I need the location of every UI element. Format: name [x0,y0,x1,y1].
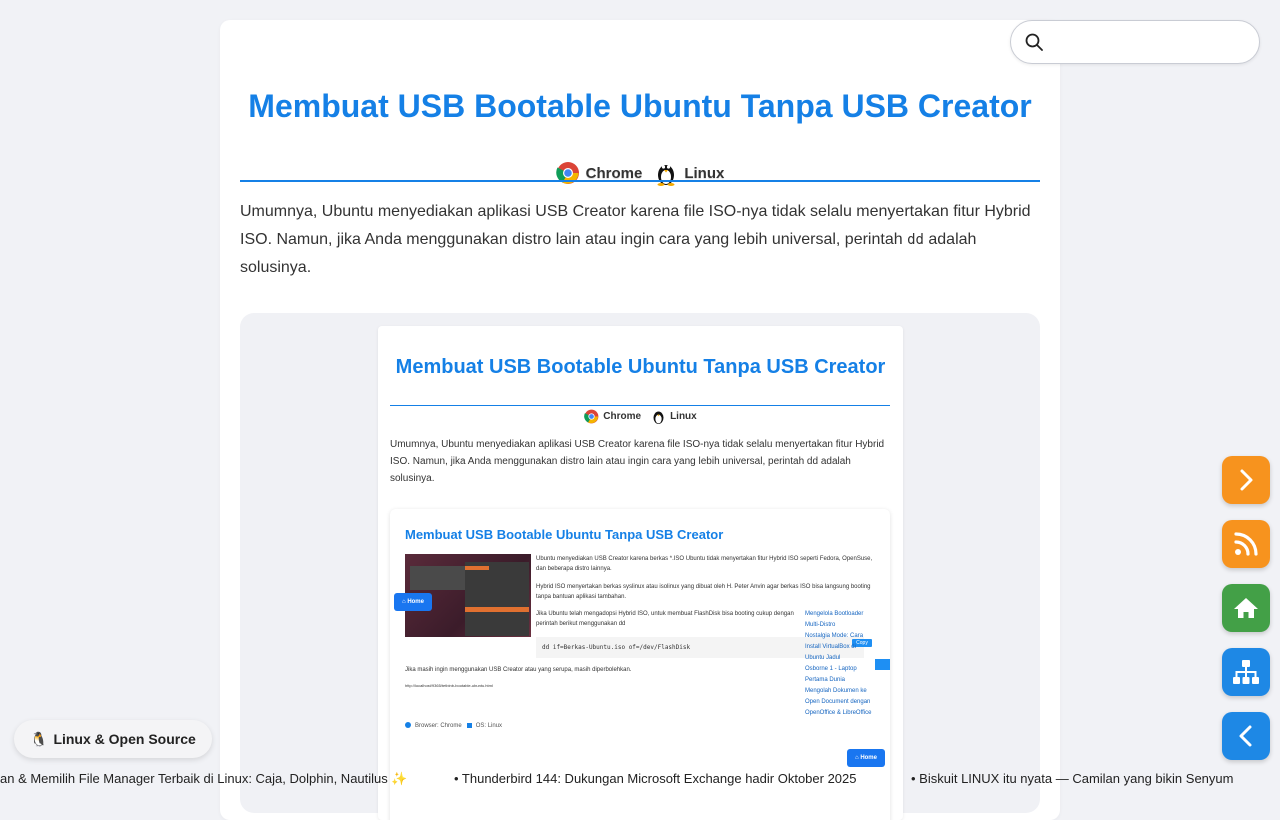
back-button[interactable] [1222,712,1270,760]
sidebar-link: Mengelola Bootloader [805,611,864,617]
screenshot-divider [390,405,890,406]
screenshot-tags: Chrome Linux [378,408,903,425]
os-square-icon [466,722,472,728]
nested-footer: Browser: Chrome OS: Linux [405,721,605,731]
search-input[interactable] [1055,27,1249,57]
page-title: Membuat USB Bootable Ubuntu Tanpa USB Cr… [248,88,1032,124]
sidebar-link: Multi-Distro [805,622,836,628]
ticker-item[interactable]: • Biskuit LINUX itu nyata — Camilan yang… [911,771,1233,786]
tux-icon [653,411,664,424]
search-box[interactable] [1010,20,1260,64]
screenshot-home-button: ⌂ Home [394,593,432,611]
intro-paragraph: Umumnya, Ubuntu menyediakan aplikasi USB… [240,198,1040,282]
chevron-left-icon [1239,725,1252,747]
next-button[interactable] [1222,456,1270,504]
sidebar-link: Pertama Dunia [805,677,846,683]
news-ticker: an & Memilih File Manager Terbaik di Lin… [0,770,1280,790]
footer-browser: Browser: Chrome [415,723,462,729]
nested-home-button: ⌂ Home [847,749,885,767]
sitemap-icon [1233,660,1259,684]
tag-label: Linux [684,164,725,182]
title-divider [240,180,1040,182]
home-icon [1234,598,1258,618]
inline-code: dd [907,232,924,248]
screenshot-intro: Umumnya, Ubuntu menyediakan aplikasi USB… [390,439,885,484]
home-label: Home [860,755,877,761]
search-icon [1025,33,1043,51]
sitemap-button[interactable] [1222,648,1270,696]
rss-icon [1234,532,1258,556]
browser-dot-icon [405,722,411,729]
article-card: Membuat USB Bootable Ubuntu Tanpa USB Cr… [220,20,1060,820]
sidebar-link: Nostalgia Mode: Cara [805,633,864,639]
nested-p2: Hybrid ISO menyertakan berkas syslinux a… [536,584,871,600]
home-button[interactable] [1222,584,1270,632]
screenshot-tag-label: Chrome [603,411,642,422]
nested-url: http://localhost/9365/tetbinb-bootable-u… [405,683,493,688]
screenshot-tag-chrome: Chrome [584,408,641,425]
screenshot-tag-linux: Linux [651,408,697,425]
sidebar-link: Open Document dengan [805,699,871,705]
screenshot-tag-label: Linux [670,411,697,422]
chevron-right-icon [1240,469,1253,491]
screenshot-title: Membuat USB Bootable Ubuntu Tanpa USB Cr… [395,356,886,378]
rss-button[interactable] [1222,520,1270,568]
nested-title: Membuat USB Bootable Ubuntu Tanpa USB Cr… [405,527,724,542]
tag-label: Chrome [585,164,643,182]
thumb-panel [410,566,465,590]
home-label: Home [407,599,424,605]
footer-os: OS: Linux [475,723,503,729]
sidebar-link: Ubuntu Jadul [805,655,841,661]
penguin-icon: 🐧 [30,730,48,747]
sidebar-link: Install VirtualBox di [805,644,856,650]
tux-icon [657,165,675,186]
thumb-highlight [465,566,489,570]
thumb-highlight [465,607,529,612]
nested-sidebar: Mengelola Bootloader Multi-Distro Nostal… [805,609,885,719]
embedded-screenshot: Membuat USB Bootable Ubuntu Tanpa USB Cr… [378,326,903,820]
category-badge[interactable]: 🐧 Linux & Open Source [14,720,212,758]
ticker-item[interactable]: • Thunderbird 144: Dukungan Microsoft Ex… [454,771,857,786]
nested-p3: Jika Ubuntu telah mengadopsi Hybrid ISO,… [536,611,794,627]
badge-label: Linux & Open Source [53,731,196,747]
thumb-menu [465,562,529,636]
sidebar-link: Mengolah Dokumen ke [805,688,867,694]
chrome-icon [584,409,599,424]
tag-row: Chrome Linux [220,160,1060,186]
sidebar-link: Osborne 1 - Laptop [805,666,857,672]
nested-p4: Jika masih ingin menggunakan USB Creator… [405,667,632,673]
nested-p1: Ubuntu menyediakan USB Creator karena be… [536,556,873,572]
ticker-item[interactable]: an & Memilih File Manager Terbaik di Lin… [0,771,408,787]
sidebar-link: OpenOffice & LibreOffice [805,710,872,716]
tag-linux[interactable]: Linux [654,160,724,186]
